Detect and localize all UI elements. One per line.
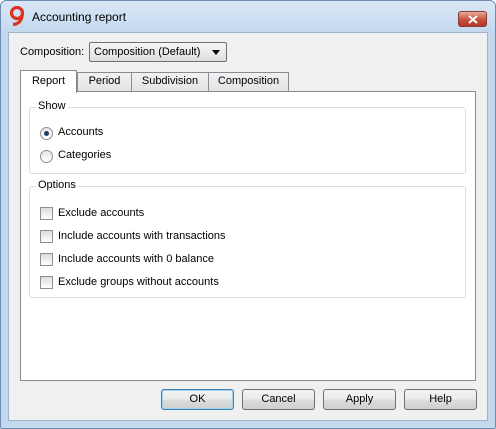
close-icon: [468, 15, 478, 24]
title-bar: Accounting report: [1, 1, 495, 32]
dialog-window: Accounting report Composition: Compositi…: [0, 0, 496, 429]
composition-label: Composition:: [20, 46, 85, 58]
show-group-title: Show: [36, 100, 68, 112]
check-include-zero-balance-label: Include accounts with 0 balance: [58, 253, 214, 265]
check-include-with-transactions-label: Include accounts with transactions: [58, 230, 226, 242]
dropdown-arrow-icon: [212, 50, 220, 55]
nine-logo-icon: [8, 5, 26, 27]
radio-accounts-label: Accounts: [58, 126, 104, 138]
composition-select-value: Composition (Default): [94, 46, 201, 58]
options-group: Options Exclude accounts Include account…: [29, 179, 466, 298]
window-title: Accounting report: [32, 10, 127, 24]
show-group: Show Accounts Categories: [29, 100, 466, 174]
checkbox[interactable]: [40, 276, 53, 289]
check-exclude-empty-groups-label: Exclude groups without accounts: [58, 276, 219, 288]
tab-period-label: Period: [88, 75, 121, 87]
report-tab-panel: Show Accounts Categories Options Exclude…: [20, 91, 476, 381]
tab-report[interactable]: Report: [20, 70, 77, 93]
tab-composition[interactable]: Composition: [208, 72, 289, 91]
apply-button[interactable]: Apply: [323, 389, 396, 410]
radio-button[interactable]: [40, 150, 53, 163]
checkbox[interactable]: [40, 207, 53, 220]
help-button[interactable]: Help: [404, 389, 477, 410]
checkbox[interactable]: [40, 230, 53, 243]
check-exclude-accounts-label: Exclude accounts: [58, 207, 145, 219]
tab-report-label: Report: [31, 75, 66, 87]
radio-button[interactable]: [40, 127, 53, 140]
tab-period[interactable]: Period: [77, 72, 132, 91]
tab-composition-label: Composition: [217, 75, 280, 87]
composition-select[interactable]: Composition (Default): [89, 42, 227, 62]
ok-button[interactable]: OK: [161, 389, 234, 410]
cancel-button[interactable]: Cancel: [242, 389, 315, 410]
options-group-title: Options: [36, 179, 78, 191]
radio-categories-label: Categories: [58, 149, 112, 161]
checkbox[interactable]: [40, 253, 53, 266]
tab-subdivision-label: Subdivision: [141, 75, 199, 87]
radio-selected-dot: [44, 131, 49, 136]
tab-subdivision[interactable]: Subdivision: [131, 72, 209, 91]
dialog-body: Composition: Composition (Default) Repor…: [8, 32, 488, 421]
tab-strip: Report Period Subdivision Composition: [20, 70, 480, 93]
close-button[interactable]: [458, 11, 487, 27]
